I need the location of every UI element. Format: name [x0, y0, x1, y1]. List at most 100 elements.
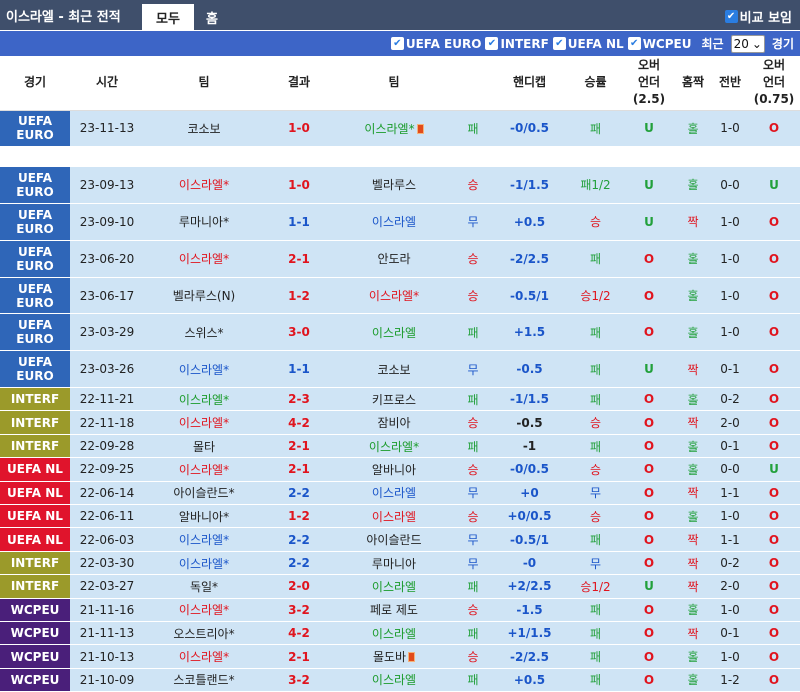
table-row[interactable]: UEFA EURO 23-03-26 이스라엘* 1-1 코소보 무 -0.5 패 U 짝 0-1 O — [0, 350, 800, 389]
table-row[interactable]: UEFA EURO 23-06-20 이스라엘* 2-1 안도라 승 -2/2.5 패 O 홀 1-… — [0, 240, 800, 278]
over-under-25: U — [624, 110, 674, 148]
over-under-075: O — [748, 574, 800, 599]
home-team[interactable]: 이스라엘* — [144, 240, 264, 278]
home-team[interactable]: 스위스* — [144, 313, 264, 352]
away-team[interactable]: 이스라엘* — [334, 434, 454, 459]
table-row[interactable]: INTERF 22-03-30 이스라엘* 2-2 루마니아 무 -0 무 O 짝 0-2 O — [0, 551, 800, 576]
table-row[interactable]: UEFA EURO 23-11-13 코소보 1-0 이스라엘* 패 -0/0.5 패 U 홀 1-… — [0, 110, 800, 148]
table-row[interactable]: WCPEU 21-10-13 이스라엘* 2-1 몰도바 승 -2/2.5 패 O 홀 1-0 O — [0, 644, 800, 669]
table-row[interactable]: UEFA NL 22-06-03 이스라엘* 2-2 아이슬란드 무 -0.5/1 패 O 짝 1-… — [0, 527, 800, 552]
away-team[interactable]: 안도라 — [334, 240, 454, 278]
checkbox-icon: ✔ — [485, 37, 499, 50]
win-rate: 무 — [567, 481, 624, 506]
tab-home[interactable]: 홈 — [194, 4, 230, 30]
over-under-075: O — [748, 621, 800, 646]
match-date: 23-03-29 — [70, 313, 144, 352]
odd-even: 홀 — [674, 457, 712, 482]
away-team[interactable]: 잠비아 — [334, 410, 454, 435]
table-row[interactable]: UEFA EURO 23-09-13 이스라엘* 1-0 벨라루스 승 -1/1.5 패1/2… — [0, 166, 800, 205]
table-row[interactable]: INTERF 22-03-27 독일* 2-0 이스라엘 패 +2/2.5 승1/2 U 짝 2-0… — [0, 574, 800, 599]
home-team[interactable]: 알바니아* — [144, 504, 264, 529]
away-team[interactable]: 이스라엘 — [334, 203, 454, 241]
away-team[interactable]: 이스라엘 — [334, 621, 454, 646]
table-row[interactable]: UEFA EURO 23-03-29 스위스* 3-0 이스라엘 패 +1.5 패 O 홀 1-0 O — [0, 313, 800, 352]
home-team[interactable]: 루마니아* — [144, 203, 264, 241]
league-badge: INTERF — [0, 410, 70, 435]
over-under-075: O — [748, 277, 800, 315]
table-row[interactable]: UEFA EURO 23-09-10 루마니아* 1-1 이스라엘 무 +0.5 승 U 짝 1-0… — [0, 203, 800, 241]
home-team[interactable]: 이스라엘* — [144, 598, 264, 622]
table-row[interactable]: UEFA EURO 23-06-17 벨라루스(N) 1-2 이스라엘* 승 -0.5/1 승… — [0, 277, 800, 315]
table-row[interactable]: INTERF 22-11-18 이스라엘* 4-2 잠비아 승 -0.5 승 O 짝 2-0 O — [0, 410, 800, 435]
table-row[interactable]: WCPEU 21-11-16 이스라엘* 3-2 페로 제도 승 -1.5 패 O 홀 1-0 O — [0, 598, 800, 622]
away-team[interactable]: 이스라엘 — [334, 504, 454, 529]
away-team[interactable]: 이스라엘 — [334, 313, 454, 352]
away-team[interactable]: 벨라루스 — [334, 166, 454, 205]
away-team[interactable]: 아이슬란드 — [334, 527, 454, 552]
filter-interf[interactable]: ✔ INTERF — [485, 37, 549, 51]
result: 패 — [454, 621, 492, 646]
half-time-score: 1-2 — [712, 668, 748, 692]
home-team[interactable]: 이스라엘* — [144, 166, 264, 205]
table-row[interactable]: INTERF 22-11-21 이스라엘* 2-3 키프로스 패 -1/1.5 패 O 홀 0-2 O — [0, 387, 800, 412]
away-team[interactable]: 알바니아 — [334, 457, 454, 482]
over-under-075: O — [748, 668, 800, 692]
result: 승 — [454, 598, 492, 622]
away-team[interactable]: 이스라엘* — [334, 110, 454, 148]
home-team[interactable]: 스코틀랜드* — [144, 668, 264, 692]
half-time-score: 1-0 — [712, 277, 748, 315]
half-time-score: 0-1 — [712, 434, 748, 459]
home-team[interactable]: 벨라루스(N) — [144, 277, 264, 315]
home-team[interactable]: 독일* — [144, 574, 264, 599]
away-team[interactable]: 이스라엘* — [334, 277, 454, 315]
away-team[interactable]: 이스라엘 — [334, 574, 454, 599]
away-team[interactable]: 몰도바 — [334, 644, 454, 669]
table-row[interactable]: UEFA NL 22-09-25 이스라엘* 2-1 알바니아 승 -0/0.5 승 O 홀 0-0… — [0, 457, 800, 482]
away-team[interactable]: 키프로스 — [334, 387, 454, 412]
over-under-075: O — [748, 313, 800, 352]
away-team[interactable]: 코소보 — [334, 350, 454, 389]
tab-all[interactable]: 모두 — [142, 4, 194, 30]
win-rate: 승 — [567, 410, 624, 435]
home-team[interactable]: 이스라엘* — [144, 457, 264, 482]
handicap: +1/1.5 — [492, 621, 567, 646]
recent-count-select[interactable]: 20 ⌄ — [730, 34, 765, 53]
handicap: -0.5 — [492, 350, 567, 389]
away-team[interactable]: 이스라엘 — [334, 481, 454, 506]
home-team[interactable]: 이스라엘* — [144, 527, 264, 552]
table-row[interactable]: INTERF 22-09-28 몰타 2-1 이스라엘* 패 -1 패 O 홀 0-1 O — [0, 434, 800, 459]
result: 패 — [454, 668, 492, 692]
home-team[interactable]: 이스라엘* — [144, 410, 264, 435]
result: 패 — [454, 434, 492, 459]
half-time-score: 0-1 — [712, 350, 748, 389]
over-under-25: O — [624, 387, 674, 412]
home-team[interactable]: 코소보 — [144, 110, 264, 148]
table-row[interactable]: UEFA NL 22-06-14 아이슬란드* 2-2 이스라엘 무 +0 무 O 짝 1-1 O — [0, 481, 800, 506]
compare-toggle[interactable]: ✔ 비교 보임 — [724, 7, 792, 26]
table-row[interactable]: WCPEU 21-11-13 오스트리아* 4-2 이스라엘 패 +1/1.5 패 O 짝 0-1 O — [0, 621, 800, 646]
home-team[interactable]: 아이슬란드* — [144, 481, 264, 506]
odd-even: 홀 — [674, 668, 712, 692]
handicap: -0 — [492, 551, 567, 576]
home-team[interactable]: 이스라엘* — [144, 644, 264, 669]
checkbox-icon: ✔ — [724, 10, 738, 23]
filter-uefa-nl[interactable]: ✔ UEFA NL — [552, 37, 624, 51]
away-team[interactable]: 이스라엘 — [334, 668, 454, 692]
home-team[interactable]: 이스라엘* — [144, 551, 264, 576]
filter-wcpeu[interactable]: ✔ WCPEU — [627, 37, 691, 51]
filter-label: UEFA EURO — [405, 36, 482, 51]
home-team[interactable]: 이스라엘* — [144, 350, 264, 389]
away-team[interactable]: 루마니아 — [334, 551, 454, 576]
filter-bar: ✔ UEFA EURO ✔ INTERF ✔ UEFA NL ✔ WCPEU 최근 20… — [0, 31, 800, 56]
home-team[interactable]: 오스트리아* — [144, 621, 264, 646]
home-team[interactable]: 이스라엘* — [144, 387, 264, 412]
table-row[interactable]: UEFA NL 22-06-11 알바니아* 1-2 이스라엘 승 +0/0.5 승 O 홀 1-0… — [0, 504, 800, 529]
half-time-score: 1-0 — [712, 240, 748, 278]
away-team[interactable]: 페로 제도 — [334, 598, 454, 622]
filter-uefa-euro[interactable]: ✔ UEFA EURO — [390, 36, 482, 51]
score: 1-2 — [264, 504, 334, 529]
league-badge: UEFA EURO — [0, 350, 70, 389]
over-under-075: O — [748, 504, 800, 529]
table-row[interactable]: WCPEU 21-10-09 스코틀랜드* 3-2 이스라엘 패 +0.5 패 O 홀 1-2 O — [0, 668, 800, 692]
home-team[interactable]: 몰타 — [144, 434, 264, 459]
